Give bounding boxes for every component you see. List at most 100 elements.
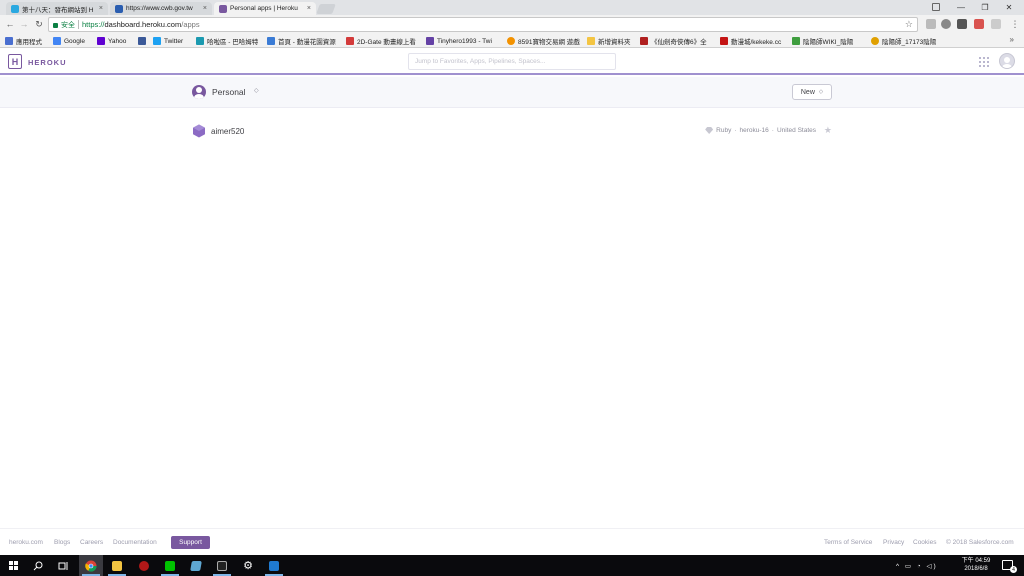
bookmark-item[interactable]: Tinyhero1993 - Twi: [426, 36, 492, 46]
support-button[interactable]: Support: [171, 536, 210, 549]
search-icon: [33, 561, 43, 570]
bookmark-item[interactable]: 陰陽師_17173陰陽: [871, 36, 936, 46]
account-switcher[interactable]: Personal: [212, 87, 246, 97]
taskbar-app-chrome[interactable]: [79, 555, 103, 576]
bookmark-item[interactable]: 2D-Gate 動畫線上看: [346, 36, 416, 46]
browser-toolbar: ← → ↻ 安全 https://dashboard.heroku.com/ap…: [0, 15, 1024, 34]
search-button[interactable]: [26, 555, 50, 576]
browser-tab-2[interactable]: https://www.cwb.gov.tw ×: [110, 2, 212, 15]
bookmark-item[interactable]: 新增資料夾: [587, 36, 631, 46]
screen: 第十八天：發布網站到 H × https://www.cwb.gov.tw × …: [0, 0, 1024, 576]
17173-icon: [871, 37, 879, 45]
dmhy-icon: [267, 37, 275, 45]
user-avatar[interactable]: [999, 53, 1015, 69]
bookmark-label: 首頁 - 動漫花園資源: [278, 39, 336, 46]
bookmark-label: 8591寶物交易網 遊戲: [518, 39, 580, 46]
new-tab-button[interactable]: [316, 4, 336, 14]
tab-close-icon[interactable]: ×: [307, 5, 311, 12]
footer-link-blogs[interactable]: Blogs: [54, 539, 70, 546]
address-bar[interactable]: 安全 https://dashboard.heroku.com/apps ☆: [48, 17, 918, 32]
footer-link-documentation[interactable]: Documentation: [113, 539, 157, 546]
tab-favicon-icon: [115, 4, 123, 13]
start-button[interactable]: [1, 555, 25, 576]
bookmark-item[interactable]: 應用程式: [5, 36, 42, 46]
bookmark-item[interactable]: Google: [53, 36, 85, 46]
footer-link-privacy[interactable]: Privacy: [883, 539, 904, 546]
windows-taskbar: ⚙ ^ ▭ ◔ ◁) 下午 04:59 2018/6/8 4: [0, 555, 1024, 576]
bookmark-label: 哈啦區 - 巴哈姆特: [207, 39, 259, 46]
taskbar-app-explorer[interactable]: [105, 555, 129, 576]
notification-count-badge: 4: [1010, 566, 1017, 573]
footer-link-cookies[interactable]: Cookies: [913, 539, 936, 546]
favorite-star-icon[interactable]: ★: [824, 125, 832, 136]
bookmark-label: 2D-Gate 動畫線上看: [357, 39, 416, 46]
bookmark-item[interactable]: Yahoo: [97, 36, 126, 46]
app-name-link[interactable]: aimer520: [211, 127, 244, 136]
browser-tab-1[interactable]: 第十八天：發布網站到 H ×: [6, 2, 108, 15]
chrome-icon: [85, 560, 97, 572]
app-stack: heroku-16: [739, 127, 769, 134]
system-tray-icons[interactable]: ^ ▭ ◔ ◁): [896, 555, 938, 576]
taskbar-app-game[interactable]: [132, 555, 156, 576]
apps-grid-icon: [5, 37, 13, 45]
heroku-logo-icon[interactable]: H: [8, 54, 22, 69]
chevron-updown-icon[interactable]: ◇: [254, 87, 259, 94]
meta-separator: ·: [771, 127, 774, 134]
extension-icon[interactable]: [926, 19, 936, 29]
footer-link-careers[interactable]: Careers: [80, 539, 103, 546]
back-button[interactable]: ←: [4, 18, 16, 30]
bookmark-item[interactable]: 首頁 - 動漫花園資源: [267, 36, 336, 46]
taskbar-app-vscode[interactable]: [262, 555, 286, 576]
windows-logo-icon: [8, 561, 18, 570]
browser-tab-3-active[interactable]: Personal apps | Heroku ×: [214, 2, 316, 15]
bookmark-item[interactable]: 動漫城/kekeke.cc: [720, 36, 781, 46]
extension-icon[interactable]: [941, 19, 951, 29]
ruby-icon: [705, 127, 714, 134]
bookmark-label: 《仙劍奇俠傳6》全: [651, 39, 707, 46]
search-input[interactable]: [408, 53, 616, 70]
bookmark-item[interactable]: 陰陽師WIKI_陰陽: [792, 36, 853, 46]
bookmarks-overflow-button[interactable]: »: [1010, 35, 1014, 44]
personal-account-icon[interactable]: [192, 85, 206, 99]
bookmark-item[interactable]: Twitter: [153, 36, 183, 46]
bookmark-item[interactable]: 《仙劍奇俠傳6》全: [640, 36, 707, 46]
bookmark-item[interactable]: 8591寶物交易網 遊戲: [507, 36, 580, 46]
twitch-icon: [426, 37, 434, 45]
bookmark-label: Yahoo: [108, 37, 127, 45]
forward-button[interactable]: →: [18, 18, 30, 30]
tab-close-icon[interactable]: ×: [99, 5, 103, 12]
yahoo-icon: [97, 37, 105, 45]
app-hexagon-icon: [193, 124, 205, 138]
reload-button[interactable]: ↻: [33, 18, 45, 30]
taskbar-app-line[interactable]: [158, 555, 182, 576]
app-list-item[interactable]: aimer520 Ruby · heroku-16 · United State…: [190, 122, 834, 140]
bookmark-item[interactable]: 哈啦區 - 巴哈姆特: [196, 36, 258, 46]
bookmark-label: Tinyhero1993 - Twi: [437, 37, 492, 45]
taskbar-clock[interactable]: 下午 04:59 2018/6/8: [957, 557, 995, 573]
bookmark-item[interactable]: [138, 36, 149, 46]
footer-link-terms[interactable]: Terms of Service: [824, 539, 872, 546]
taskbar-app-terminal[interactable]: [210, 555, 234, 576]
close-window-button[interactable]: ✕: [994, 0, 1024, 15]
bookmark-label: Twitter: [164, 37, 184, 45]
8591-icon: [507, 37, 515, 45]
tab-close-icon[interactable]: ×: [203, 5, 207, 12]
bookmark-star-icon[interactable]: ☆: [905, 19, 913, 30]
new-button[interactable]: New ◇: [792, 84, 832, 100]
extension-icon[interactable]: [991, 19, 1001, 29]
app-region: United States: [776, 127, 816, 134]
vscode-icon: [269, 560, 279, 571]
chrome-menu-icon[interactable]: ⋮: [1009, 18, 1021, 30]
taskbar-app-notes[interactable]: [184, 555, 208, 576]
extension-icon[interactable]: [974, 19, 984, 29]
taskbar-app-settings[interactable]: ⚙: [236, 555, 260, 576]
extension-icon[interactable]: [957, 19, 967, 29]
heroku-logo-text[interactable]: HEROKU: [28, 58, 67, 67]
task-view-button[interactable]: [51, 555, 75, 576]
url-protocol: https://: [82, 20, 105, 29]
gear-icon: ⚙: [243, 560, 253, 572]
apps-launcher-icon[interactable]: [979, 57, 989, 67]
heroku-header: H HEROKU: [0, 49, 1024, 75]
profile-icon[interactable]: [932, 3, 940, 11]
footer-link-heroku[interactable]: heroku.com: [9, 539, 43, 546]
